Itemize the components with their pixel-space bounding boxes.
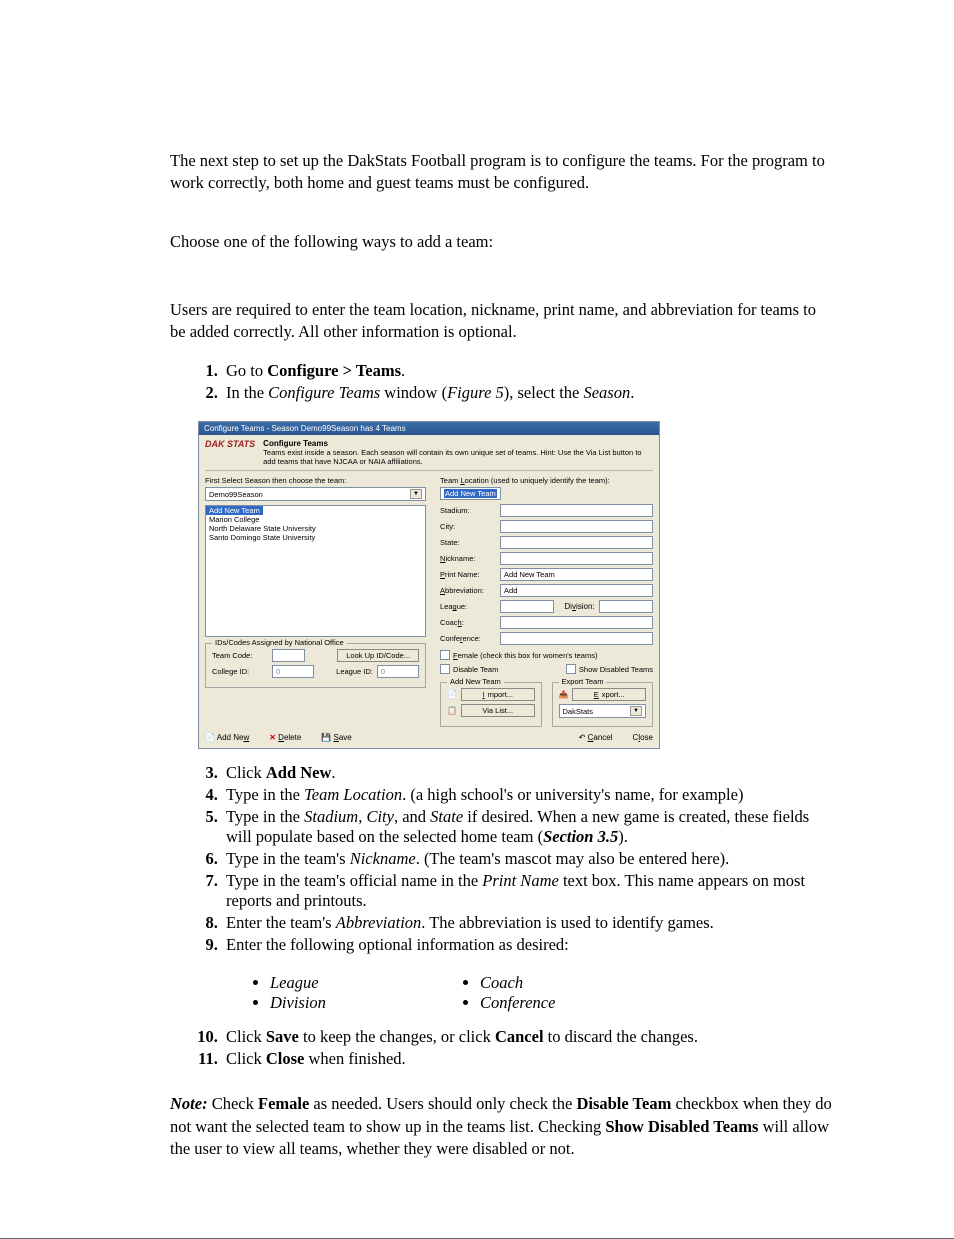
logo: DAK STATS (205, 439, 255, 449)
collegeid-label: College ID: (212, 667, 268, 676)
delete-icon: ✕ (269, 733, 276, 742)
city-input[interactable] (500, 520, 653, 533)
export-button[interactable]: Export... (572, 688, 646, 701)
coach-label: Coach: (440, 618, 496, 627)
step-11: Click Close when finished. (222, 1049, 834, 1069)
step-4: Type in the Team Location. (a high schoo… (222, 785, 834, 805)
left-label: First Select Season then choose the team… (205, 476, 426, 485)
step-5: Type in the Stadium, City, and State if … (222, 807, 834, 847)
opt-coach: Coach (480, 973, 650, 993)
save-button[interactable]: 💾 Save (321, 733, 351, 742)
chevron-down-icon: ▼ (630, 706, 642, 716)
abbrev-input[interactable]: Add (500, 584, 653, 597)
nickname-label: Nickname: (440, 554, 496, 563)
intro-paragraph-2: Choose one of the following ways to add … (170, 231, 834, 253)
add-team-group-title: Add New Team (447, 677, 504, 686)
add-new-team-group: Add New Team 📄Import... 📋Via List... (440, 682, 541, 727)
export-team-group: Export Team 📤Export... DakStats▼ (552, 682, 653, 727)
banner-text: Teams exist inside a season. Each season… (263, 448, 653, 466)
collegeid-input[interactable]: 0 (272, 665, 314, 678)
undo-icon: ↶ (579, 733, 586, 742)
division-input[interactable] (599, 600, 653, 613)
stadium-label: Stadium: (440, 506, 496, 515)
lookup-button[interactable]: Look Up ID/Code... (337, 649, 419, 662)
steps-list-2: Click Add New. Type in the Team Location… (170, 763, 834, 955)
list-item[interactable]: Santo Domingo State University (206, 533, 425, 542)
opt-league: League (270, 973, 440, 993)
show-disabled-checkbox[interactable]: Show Disabled Teams (566, 664, 653, 674)
coach-input[interactable] (500, 616, 653, 629)
list-icon: 📋 (447, 706, 457, 715)
teams-listbox[interactable]: Add New Team Marion College North Delawa… (205, 505, 426, 637)
season-value: Demo99Season (209, 490, 263, 499)
state-input[interactable] (500, 536, 653, 549)
banner-heading: Configure Teams (263, 439, 653, 448)
teamcode-input[interactable] (272, 649, 305, 662)
cancel-button[interactable]: ↶ Cancel (579, 733, 613, 742)
city-label: City: (440, 522, 496, 531)
teamcode-label: Team Code: (212, 651, 268, 660)
note-paragraph: Note: Check Female as needed. Users shou… (170, 1093, 834, 1160)
opt-conference: Conference (480, 993, 650, 1013)
season-dropdown[interactable]: Demo99Season ▼ (205, 487, 426, 501)
state-label: State: (440, 538, 496, 547)
step-3: Click Add New. (222, 763, 834, 783)
location-input[interactable]: Add New Team (440, 487, 501, 500)
conference-label: Conference: (440, 634, 496, 643)
leagueid-input[interactable]: 0 (377, 665, 419, 678)
opt-division: Division (270, 993, 440, 1013)
delete-button[interactable]: ✕ Delete (269, 733, 301, 742)
steps-list-1: Go to Configure > Teams. In the Configur… (170, 361, 834, 403)
document-page: The next step to set up the DakStats Foo… (0, 0, 954, 1239)
export-team-group-title: Export Team (559, 677, 607, 686)
step-2: In the Configure Teams window (Figure 5)… (222, 383, 834, 403)
steps-list-3: Click Save to keep the changes, or click… (170, 1027, 834, 1069)
list-item[interactable]: North Delaware State University (206, 524, 425, 533)
abbrev-label: Abbreviation: (440, 586, 496, 595)
import-button[interactable]: Import... (461, 688, 535, 701)
save-icon: 💾 (321, 733, 331, 742)
optional-info-list: League Division Coach Conference (170, 973, 650, 1013)
step-9: Enter the following optional information… (222, 935, 834, 955)
figure-5: Configure Teams - Season Demo99Season ha… (198, 421, 834, 749)
via-list-button[interactable]: Via List... (461, 704, 535, 717)
nickname-input[interactable] (500, 552, 653, 565)
close-button[interactable]: Close (633, 733, 653, 742)
window-title: Configure Teams - Season Demo99Season ha… (199, 422, 659, 435)
add-new-button[interactable]: 📄 Add New (205, 733, 249, 742)
new-icon: 📄 (205, 733, 215, 742)
step-6: Type in the team's Nickname. (The team's… (222, 849, 834, 869)
step-7: Type in the team's official name in the … (222, 871, 834, 911)
checkbox-icon (440, 664, 450, 674)
intro-paragraph-3: Users are required to enter the team loc… (170, 299, 834, 344)
step-10: Click Save to keep the changes, or click… (222, 1027, 834, 1047)
ids-group: IDs/Codes Assigned by National Office Te… (205, 643, 426, 688)
checkbox-icon (566, 664, 576, 674)
printname-input[interactable]: Add New Team (500, 568, 653, 581)
conference-input[interactable] (500, 632, 653, 645)
step-8: Enter the team's Abbreviation. The abbre… (222, 913, 834, 933)
list-item[interactable]: Marion College (206, 515, 425, 524)
stadium-input[interactable] (500, 504, 653, 517)
list-item-selected[interactable]: Add New Team (206, 506, 263, 515)
step-1: Go to Configure > Teams. (222, 361, 834, 381)
intro-paragraph-1: The next step to set up the DakStats Foo… (170, 150, 834, 195)
league-input[interactable] (500, 600, 554, 613)
division-label: Division: (564, 602, 594, 611)
printname-label: Print Name: (440, 570, 496, 579)
export-icon: 📤 (559, 690, 569, 699)
female-checkbox[interactable]: Female (check this box for women's teams… (440, 650, 597, 660)
right-label: Team Location (used to uniquely identify… (440, 476, 653, 485)
leagueid-label: League ID: (336, 667, 373, 676)
checkbox-icon (440, 650, 450, 660)
disable-team-checkbox[interactable]: Disable Team (440, 664, 498, 674)
ids-group-title: IDs/Codes Assigned by National Office (212, 638, 347, 647)
league-label: League: (440, 602, 496, 611)
import-icon: 📄 (447, 690, 457, 699)
chevron-down-icon: ▼ (410, 489, 422, 499)
export-target-dropdown[interactable]: DakStats▼ (559, 704, 646, 718)
